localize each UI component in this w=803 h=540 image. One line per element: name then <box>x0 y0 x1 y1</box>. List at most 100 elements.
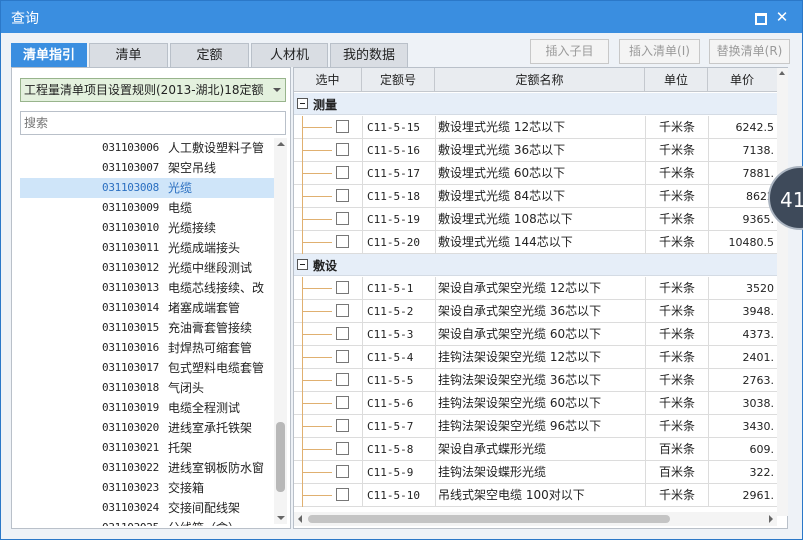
table-row[interactable]: C11-5-19 敷设埋式光缆 108芯以下 千米条 9365. <box>294 208 787 231</box>
table-row[interactable]: C11-5-3 架设自承式架空光缆 60芯以下 千米条 4373. <box>294 323 787 346</box>
table-row[interactable]: C11-5-10 吊线式架空电缆 100对以下 千米条 2961. <box>294 484 787 507</box>
col-price[interactable]: 单价 <box>708 68 776 92</box>
table-row[interactable]: C11-5-1 架设自承式架空光缆 12芯以下 千米条 3520 <box>294 277 787 300</box>
tab-list-guide[interactable]: 清单指引 <box>11 43 87 67</box>
collapse-icon[interactable] <box>297 259 308 270</box>
tree-item[interactable]: 031103021 托架 <box>20 438 274 458</box>
col-select[interactable]: 选中 <box>294 68 362 92</box>
row-checkbox[interactable] <box>336 488 349 501</box>
row-checkbox[interactable] <box>336 143 349 156</box>
row-checkbox[interactable] <box>336 212 349 225</box>
tree-item[interactable]: 031103010 光缆接续 <box>20 218 274 238</box>
tree-item[interactable]: 031103018 气闭头 <box>20 378 274 398</box>
cell-code: C11-5-20 <box>362 231 435 254</box>
tree-item[interactable]: 031103014 堵塞成端套管 <box>20 298 274 318</box>
tree-line <box>302 472 332 473</box>
scroll-right-icon[interactable] <box>769 515 773 523</box>
tree-item[interactable]: 031103007 架空吊线 <box>20 158 274 178</box>
table-horizontal-scrollbar[interactable] <box>294 512 777 526</box>
row-checkbox[interactable] <box>336 350 349 363</box>
maximize-button[interactable] <box>751 9 767 25</box>
scroll-down-icon[interactable] <box>277 516 285 520</box>
row-checkbox[interactable] <box>336 373 349 386</box>
scroll-thumb[interactable] <box>276 422 285 492</box>
col-unit[interactable]: 单位 <box>645 68 708 92</box>
tree-item[interactable]: 031103024 交接间配线架 <box>20 498 274 518</box>
row-checkbox[interactable] <box>336 396 349 409</box>
cell-name: 架设自承式架空光缆 60芯以下 <box>435 323 645 346</box>
scroll-thumb[interactable] <box>308 515 670 523</box>
scroll-left-icon[interactable] <box>298 515 302 523</box>
table-row[interactable]: C11-5-5 挂钩法架设架空光缆 36芯以下 千米条 2763. <box>294 369 787 392</box>
tab-my-data[interactable]: 我的数据 <box>330 43 408 67</box>
tree-item[interactable]: 031103009 电缆 <box>20 198 274 218</box>
tree-item[interactable]: 031103006 人工敷设塑料子管 <box>20 138 274 158</box>
row-checkbox[interactable] <box>336 189 349 202</box>
close-button[interactable]: ✕ <box>774 9 790 25</box>
row-checkbox[interactable] <box>336 235 349 248</box>
table-row[interactable]: C11-5-20 敷设埋式光缆 144芯以下 千米条 10480.5 <box>294 231 787 254</box>
group-label: 测量 <box>313 98 338 112</box>
tree-scrollbar[interactable] <box>274 138 287 524</box>
tree-item[interactable]: 031103008 光缆 <box>20 178 274 198</box>
row-checkbox[interactable] <box>336 166 349 179</box>
cell-name: 挂钩法架设架空光缆 96芯以下 <box>435 415 645 438</box>
tab-list[interactable]: 清单 <box>89 43 168 67</box>
row-checkbox[interactable] <box>336 304 349 317</box>
tree-line <box>302 311 332 312</box>
row-checkbox[interactable] <box>336 120 349 133</box>
chevron-down-icon[interactable] <box>273 88 281 92</box>
col-name[interactable]: 定额名称 <box>435 68 645 92</box>
row-checkbox[interactable] <box>336 442 349 455</box>
table-row[interactable]: C11-5-2 架设自承式架空光缆 36芯以下 千米条 3948. <box>294 300 787 323</box>
tree-line <box>302 380 332 381</box>
tree-item[interactable]: 031103011 光缆成端接头 <box>20 238 274 258</box>
tab-labor-material-machine[interactable]: 人材机 <box>251 43 328 67</box>
tree-item[interactable]: 031103019 电缆全程测试 <box>20 398 274 418</box>
ruleset-select-value: 工程量清单项目设置规则(2013-湖北)18定额 <box>24 83 264 97</box>
row-checkbox[interactable] <box>336 281 349 294</box>
group-row[interactable]: 测量 <box>294 93 787 115</box>
tree-item[interactable]: 031103015 充油膏套管接续 <box>20 318 274 338</box>
tree-item[interactable]: 031103017 包式塑料电缆套管 <box>20 358 274 378</box>
tree-item[interactable]: 031103023 交接箱 <box>20 478 274 498</box>
scroll-up-icon[interactable] <box>277 142 285 146</box>
tree-item[interactable]: 031103012 光缆中继段测试 <box>20 258 274 278</box>
tree-item[interactable]: 031103025 分线箱（盒） <box>20 518 274 526</box>
cell-price: 3430. <box>708 415 776 438</box>
row-checkbox[interactable] <box>336 327 349 340</box>
tab-quota[interactable]: 定额 <box>170 43 249 67</box>
tree-item[interactable]: 031103020 进线室承托铁架 <box>20 418 274 438</box>
table-row[interactable]: C11-5-7 挂钩法架设架空光缆 96芯以下 千米条 3430. <box>294 415 787 438</box>
insert-list-button[interactable]: 插入清单(I) <box>619 39 700 64</box>
cell-code: C11-5-16 <box>362 139 435 162</box>
row-checkbox[interactable] <box>336 465 349 478</box>
collapse-icon[interactable] <box>297 98 308 109</box>
table-row[interactable]: C11-5-16 敷设埋式光缆 36芯以下 千米条 7138. <box>294 139 787 162</box>
insert-child-button[interactable]: 插入子目 <box>530 39 609 64</box>
table-vertical-scrollbar[interactable] <box>777 68 788 516</box>
table-row[interactable]: C11-5-4 挂钩法架设架空光缆 12芯以下 千米条 2401. <box>294 346 787 369</box>
tree-item-name: 充油膏套管接续 <box>168 321 253 335</box>
table-row[interactable]: C11-5-8 架设自承式蝶形光缆 百米条 609. <box>294 438 787 461</box>
table-row[interactable]: C11-5-6 挂钩法架设架空光缆 60芯以下 千米条 3038. <box>294 392 787 415</box>
cell-code: C11-5-3 <box>362 323 435 346</box>
replace-list-button[interactable]: 替换清单(R) <box>709 39 790 64</box>
row-checkbox[interactable] <box>336 419 349 432</box>
ruleset-select[interactable]: 工程量清单项目设置规则(2013-湖北)18定额 <box>20 78 286 102</box>
tree-item-code: 031103007 <box>102 161 159 174</box>
col-code[interactable]: 定额号 <box>362 68 435 92</box>
tree-item[interactable]: 031103022 进线室钢板防水窗 <box>20 458 274 478</box>
title-bar[interactable]: 查询 ✕ <box>1 1 802 33</box>
table-row[interactable]: C11-5-9 挂钩法架设蝶形光缆 百米条 322. <box>294 461 787 484</box>
table-row[interactable]: C11-5-17 敷设埋式光缆 60芯以下 千米条 7881. <box>294 162 787 185</box>
table-row[interactable]: C11-5-18 敷设埋式光缆 84芯以下 千米条 8622 <box>294 185 787 208</box>
group-row[interactable]: 敷设 <box>294 254 787 276</box>
search-input[interactable] <box>20 111 286 135</box>
tree-item[interactable]: 031103013 电缆芯线接续、改 <box>20 278 274 298</box>
scroll-up-icon[interactable] <box>779 71 785 75</box>
tree-item-name: 进线室承托铁架 <box>168 421 253 435</box>
table-row[interactable]: C11-5-15 敷设埋式光缆 12芯以下 千米条 6242.5 <box>294 116 787 139</box>
tree-item[interactable]: 031103016 封焊热可缩套管 <box>20 338 274 358</box>
tree-line <box>302 196 332 197</box>
